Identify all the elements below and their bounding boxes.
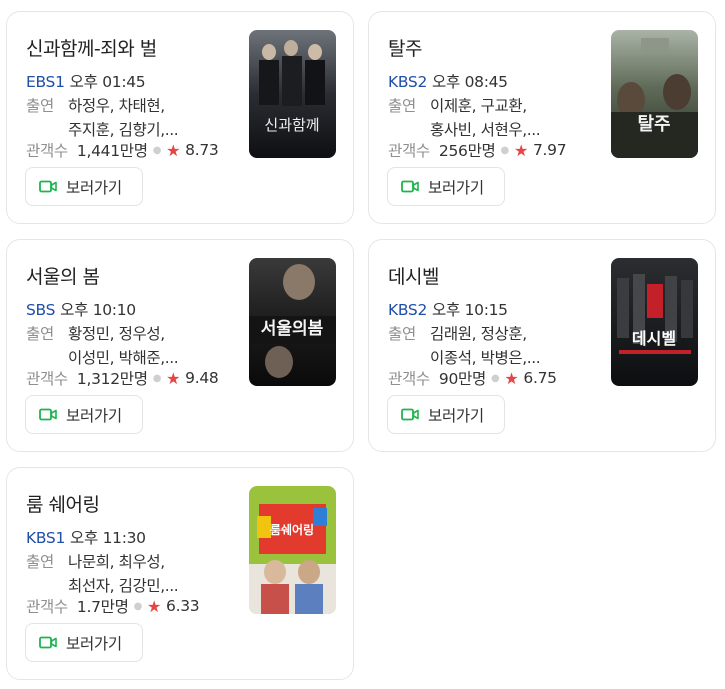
poster-title-text: 룸쉐어링 [270, 522, 314, 537]
watch-button[interactable]: 보러가기 [387, 167, 505, 206]
broadcast-info: KBS2 오후 10:15 [388, 298, 508, 320]
star-icon: ★ [166, 140, 181, 160]
air-time: 오후 01:45 [69, 73, 146, 91]
watch-button-label: 보러가기 [66, 406, 122, 425]
watch-button-label: 보러가기 [66, 634, 122, 653]
audience-count: 1,312만명 [76, 370, 148, 388]
cast-label: 출연 [388, 325, 416, 343]
poster-title-text: 서울의봄 [261, 319, 324, 339]
watch-button-label: 보러가기 [428, 178, 484, 197]
star-icon: ★ [513, 140, 528, 160]
watch-button-label: 보러가기 [66, 178, 122, 197]
cast-line-1: 나문희, 최우성, [68, 553, 165, 571]
star-icon: ★ [166, 368, 181, 388]
cast-label: 출연 [26, 97, 54, 115]
audience-label: 관객수 [26, 370, 68, 388]
audience-label: 관객수 [26, 142, 68, 160]
separator-dot: ● [152, 144, 162, 156]
movie-card-4[interactable]: 데시벨 KBS2 오후 10:15 출연 김래원, 정상훈, 이종석, 박병은,.… [368, 239, 716, 452]
movie-title[interactable]: 탈주 [388, 34, 422, 61]
movie-title[interactable]: 룸 쉐어링 [26, 490, 100, 517]
audience-count: 1.7만명 [76, 598, 129, 616]
movie-card-5[interactable]: 룸 쉐어링 KBS1 오후 11:30 출연 나문희, 최우성, 최선자, 김강민… [6, 467, 354, 680]
cast-line-2: 주지훈, 김향기,... [68, 121, 179, 139]
video-camera-icon [39, 636, 57, 649]
rating-value: 9.48 [185, 369, 219, 387]
video-camera-icon [39, 180, 57, 193]
broadcast-info: EBS1 오후 01:45 [26, 70, 146, 92]
cast-line-1: 김래원, 정상훈, [430, 325, 527, 343]
channel-name: KBS1 [26, 529, 66, 547]
movie-card-1[interactable]: 신과함께-죄와 벌 EBS1 오후 01:45 출연 하정우, 차태현, 주지훈,… [6, 11, 354, 224]
separator-dot: ● [490, 372, 500, 384]
air-time: 오후 10:10 [60, 301, 136, 319]
cast-line-1: 황정민, 정우성, [68, 325, 165, 343]
video-camera-icon [401, 180, 419, 193]
star-icon: ★ [147, 596, 162, 616]
broadcast-info: KBS2 오후 08:45 [388, 70, 508, 92]
rating-value: 7.97 [532, 141, 567, 159]
movie-stats: 관객수 1.7만명 ● ★ 6.33 [26, 595, 200, 617]
channel-name: EBS1 [26, 73, 65, 91]
cast-line-1: 하정우, 차태현, [68, 97, 165, 115]
movie-poster[interactable]: 데시벨 [611, 258, 698, 386]
cast-label: 출연 [26, 553, 54, 571]
audience-label: 관객수 [26, 598, 68, 616]
cast-line-2: 이종석, 박병은,... [430, 349, 541, 367]
movie-title[interactable]: 서울의 봄 [26, 262, 100, 289]
cast-line-2: 최선자, 김강민,... [68, 577, 179, 595]
air-time: 오후 10:15 [432, 301, 508, 319]
star-icon: ★ [504, 368, 519, 388]
separator-dot: ● [152, 372, 162, 384]
movie-stats: 관객수 1,441만명 ● ★ 8.73 [26, 139, 219, 161]
cast-label: 출연 [388, 97, 416, 115]
poster-title-text: 신과함께 [264, 116, 319, 134]
audience-count: 1,441만명 [76, 142, 148, 160]
movie-stats: 관객수 256만명 ● ★ 7.97 [388, 139, 567, 161]
cast-label: 출연 [26, 325, 54, 343]
watch-button[interactable]: 보러가기 [387, 395, 505, 434]
air-time: 오후 11:30 [70, 529, 146, 547]
video-camera-icon [401, 408, 419, 421]
audience-label: 관객수 [388, 370, 430, 388]
channel-name: KBS2 [388, 301, 428, 319]
movie-title[interactable]: 신과함께-죄와 벌 [26, 34, 157, 61]
channel-name: SBS [26, 301, 56, 319]
audience-count: 256만명 [438, 142, 496, 160]
rating-value: 6.75 [523, 369, 557, 387]
separator-dot: ● [500, 144, 510, 156]
movie-poster[interactable]: 탈주 [611, 30, 698, 158]
poster-title-text: 탈주 [637, 114, 670, 135]
rating-value: 8.73 [185, 141, 219, 159]
watch-button[interactable]: 보러가기 [25, 167, 143, 206]
poster-title-text: 데시벨 [632, 329, 676, 348]
cast-line-2: 홍사빈, 서현우,... [430, 121, 541, 139]
movie-title[interactable]: 데시벨 [388, 262, 439, 289]
broadcast-info: SBS 오후 10:10 [26, 298, 136, 320]
air-time: 오후 08:45 [432, 73, 508, 91]
separator-dot: ● [133, 600, 143, 612]
broadcast-info: KBS1 오후 11:30 [26, 526, 146, 548]
channel-name: KBS2 [388, 73, 428, 91]
watch-button[interactable]: 보러가기 [25, 395, 143, 434]
rating-value: 6.33 [166, 597, 200, 615]
watch-button[interactable]: 보러가기 [25, 623, 143, 662]
cast-line-1: 이제훈, 구교환, [430, 97, 527, 115]
movie-stats: 관객수 1,312만명 ● ★ 9.48 [26, 367, 219, 389]
watch-button-label: 보러가기 [428, 406, 484, 425]
video-camera-icon [39, 408, 57, 421]
movie-poster[interactable]: 서울의봄 [249, 258, 336, 386]
audience-count: 90만명 [438, 370, 486, 388]
movie-stats: 관객수 90만명 ● ★ 6.75 [388, 367, 557, 389]
movie-poster[interactable]: 신과함께 [249, 30, 336, 158]
audience-label: 관객수 [388, 142, 430, 160]
cast-line-2: 이성민, 박해준,... [68, 349, 179, 367]
movie-card-3[interactable]: 서울의 봄 SBS 오후 10:10 출연 황정민, 정우성, 이성민, 박해준,… [6, 239, 354, 452]
movie-card-2[interactable]: 탈주 KBS2 오후 08:45 출연 이제훈, 구교환, 홍사빈, 서현우,..… [368, 11, 716, 224]
movie-poster[interactable]: 룸쉐어링 [249, 486, 336, 614]
